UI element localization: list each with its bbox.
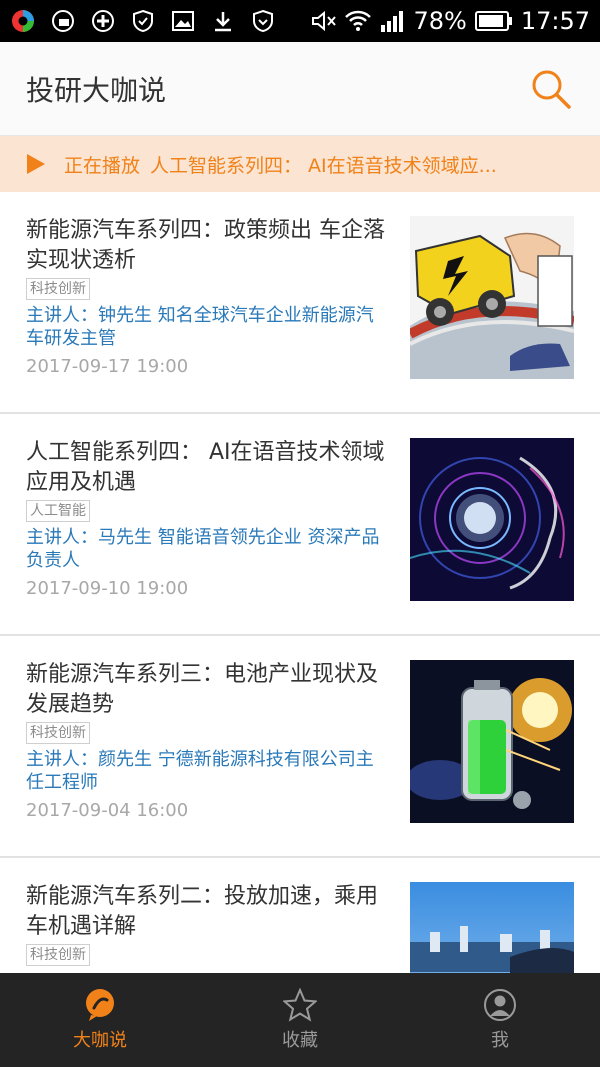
status-left-icons	[10, 8, 276, 34]
image-icon	[170, 8, 196, 34]
app-circle-icon	[10, 8, 36, 34]
tab-label: 大咖说	[73, 1030, 127, 1051]
battery-percent: 78%	[413, 7, 467, 35]
tab-dakashuo[interactable]: 大咖说	[0, 973, 200, 1067]
tab-favorites[interactable]: 收藏	[200, 973, 400, 1067]
item-thumbnail	[410, 438, 574, 601]
item-tag: 科技创新	[26, 278, 90, 300]
tab-me[interactable]: 我	[400, 973, 600, 1067]
list-item[interactable]: 新能源汽车系列四：政策频出 车企落实现状透析 科技创新 主讲人：钟先生 知名全球…	[0, 192, 600, 414]
talk-list[interactable]: 新能源汽车系列四：政策频出 车企落实现状透析 科技创新 主讲人：钟先生 知名全球…	[0, 192, 600, 973]
item-speaker: 主讲人：颜先生 宁德新能源科技有限公司主任工程师	[26, 749, 374, 793]
item-speaker: 主讲人：马先生 智能语音领先企业 资深产品负责人	[26, 527, 380, 571]
list-item[interactable]: 新能源汽车系列三：电池产业现状及发展趋势 科技创新 主讲人：颜先生 宁德新能源科…	[0, 636, 600, 858]
shield-icon	[250, 8, 276, 34]
item-tag: 科技创新	[26, 944, 90, 966]
sim-icon	[50, 8, 76, 34]
signal-icon	[379, 8, 405, 34]
now-playing-bar[interactable]: 正在播放 人工智能系列四： AI在语音技术领域应...	[0, 136, 600, 192]
now-playing-status: 正在播放	[64, 154, 141, 177]
tab-label: 我	[491, 1030, 509, 1051]
item-thumbnail	[410, 660, 574, 823]
list-item[interactable]: 新能源汽车系列二：投放加速，乘用车机遇详解 科技创新	[0, 858, 600, 973]
item-thumbnail	[410, 882, 574, 973]
shield-check-icon	[130, 8, 156, 34]
item-title: 新能源汽车系列四：政策频出 车企落实现状透析	[26, 218, 385, 273]
clock: 17:57	[520, 7, 590, 35]
list-item[interactable]: 人工智能系列四： AI在语音技术领域应用及机遇 人工智能 主讲人：马先生 智能语…	[0, 414, 600, 636]
search-icon	[532, 70, 571, 109]
item-text: 新能源汽车系列四：政策频出 车企落实现状透析 科技创新 主讲人：钟先生 知名全球…	[26, 216, 386, 377]
play-icon	[26, 152, 50, 176]
download-icon	[210, 8, 236, 34]
now-playing-title: 人工智能系列四： AI在语音技术领域应...	[150, 154, 497, 177]
item-title: 人工智能系列四： AI在语音技术领域应用及机遇	[26, 440, 385, 495]
app-header: 投研大咖说	[0, 42, 600, 136]
item-date: 2017-09-10 19:00	[26, 578, 189, 599]
wifi-icon	[345, 8, 372, 34]
star-icon	[283, 988, 317, 1022]
item-date: 2017-09-04 16:00	[26, 800, 189, 821]
plus-circle-icon	[90, 8, 116, 34]
item-tag: 人工智能	[26, 500, 90, 522]
item-thumbnail	[410, 216, 574, 379]
item-text: 人工智能系列四： AI在语音技术领域应用及机遇 人工智能 主讲人：马先生 智能语…	[26, 438, 386, 599]
battery-icon	[474, 8, 513, 34]
item-text: 新能源汽车系列三：电池产业现状及发展趋势 科技创新 主讲人：颜先生 宁德新能源科…	[26, 660, 386, 821]
tab-label: 收藏	[282, 1030, 318, 1051]
status-right: 78% 17:57	[311, 7, 590, 35]
item-title: 新能源汽车系列二：投放加速，乘用车机遇详解	[26, 884, 379, 939]
chat-bubble-icon	[86, 989, 114, 1021]
status-bar: 78% 17:57	[0, 0, 600, 42]
user-icon	[484, 989, 516, 1021]
bottom-tab-bar: 大咖说 收藏 我	[0, 973, 600, 1067]
item-text: 新能源汽车系列二：投放加速，乘用车机遇详解 科技创新	[26, 882, 386, 966]
item-title: 新能源汽车系列三：电池产业现状及发展趋势	[26, 662, 379, 717]
item-date: 2017-09-17 19:00	[26, 356, 189, 377]
item-tag: 科技创新	[26, 722, 90, 744]
search-button[interactable]	[528, 66, 574, 112]
page-title: 投研大咖说	[26, 73, 167, 107]
mute-icon	[311, 8, 337, 34]
item-speaker: 主讲人：钟先生 知名全球汽车企业新能源汽车研发主管	[26, 305, 374, 349]
